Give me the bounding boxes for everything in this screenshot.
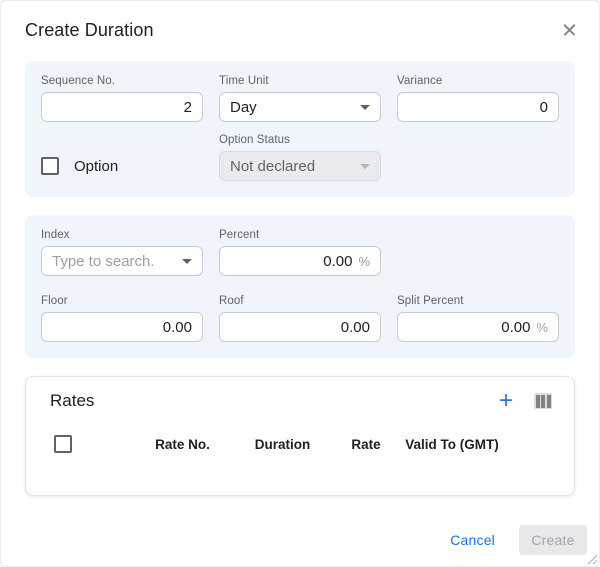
option-status-value: Not declared: [230, 158, 315, 175]
column-header-valid-to[interactable]: Valid To (GMT): [402, 437, 502, 452]
time-unit-label: Time Unit: [219, 75, 381, 88]
column-header-duration[interactable]: Duration: [240, 437, 325, 452]
cancel-button[interactable]: Cancel: [450, 532, 495, 548]
column-header-rate[interactable]: Rate: [330, 437, 402, 452]
time-unit-value: Day: [230, 99, 257, 116]
resize-handle-icon[interactable]: [587, 554, 597, 564]
percent-input[interactable]: [230, 253, 352, 270]
rates-title: Rates: [50, 391, 94, 411]
sequence-no-input-box: [41, 92, 203, 122]
column-header-rate-no[interactable]: Rate No.: [140, 437, 225, 452]
time-unit-field-group: Time Unit Day: [219, 75, 381, 122]
rates-toolbar: Rates +: [26, 377, 574, 411]
dialog-footer: Cancel Create: [1, 525, 599, 555]
split-percent-input[interactable]: [408, 319, 530, 336]
percent-input-box: %: [219, 246, 381, 276]
chevron-down-icon: [360, 105, 370, 110]
variance-input-box: [397, 92, 559, 122]
column-bar: [547, 395, 551, 408]
option-status-label: Option Status: [219, 134, 381, 147]
column-bar: [541, 395, 545, 408]
option-field-group: Option: [41, 151, 203, 181]
rates-card: Rates + Rate No. Duration Rate Valid To …: [25, 376, 575, 496]
index-search-select[interactable]: Type to search.: [41, 246, 203, 276]
option-checkbox[interactable]: [41, 157, 59, 175]
dialog-title: Create Duration: [25, 19, 154, 41]
create-button[interactable]: Create: [519, 525, 587, 555]
chevron-down-icon: [182, 259, 192, 264]
sequence-no-field-group: Sequence No.: [41, 75, 203, 122]
percent-label: Percent: [219, 229, 381, 242]
index-field-group: Index Type to search.: [41, 229, 203, 276]
floor-field-group: Floor: [41, 295, 203, 342]
time-unit-select[interactable]: Day: [219, 92, 381, 122]
rates-table-header: Rate No. Duration Rate Valid To (GMT): [26, 424, 574, 464]
index-label: Index: [41, 229, 203, 242]
index-settings-section: Index Type to search. Percent % Floor: [25, 215, 575, 358]
dialog-header: Create Duration: [1, 1, 599, 41]
view-columns-icon[interactable]: [534, 393, 552, 409]
chevron-down-icon: [360, 164, 370, 169]
split-percent-label: Split Percent: [397, 295, 559, 308]
close-icon[interactable]: [561, 21, 579, 39]
select-all-checkbox[interactable]: [54, 435, 72, 453]
roof-field-group: Roof: [219, 295, 381, 342]
split-percent-suffix: %: [536, 320, 548, 335]
sequence-no-input[interactable]: [52, 99, 192, 116]
variance-field-group: Variance: [397, 75, 559, 122]
floor-label: Floor: [41, 295, 203, 308]
split-percent-field-group: Split Percent %: [397, 295, 559, 342]
split-percent-input-box: %: [397, 312, 559, 342]
floor-input[interactable]: [52, 319, 192, 336]
floor-input-box: [41, 312, 203, 342]
duration-settings-section: Sequence No. Time Unit Day Variance: [25, 61, 575, 197]
create-duration-dialog: Create Duration Sequence No. Time Unit D…: [0, 0, 600, 567]
roof-label: Roof: [219, 295, 381, 308]
roof-input[interactable]: [230, 319, 370, 336]
column-bar: [536, 395, 540, 408]
variance-input[interactable]: [408, 99, 548, 116]
option-status-field-group: Option Status Not declared: [219, 134, 381, 181]
option-label: Option: [74, 158, 118, 175]
percent-field-group: Percent %: [219, 229, 381, 276]
variance-label: Variance: [397, 75, 559, 88]
sequence-no-label: Sequence No.: [41, 75, 203, 88]
percent-suffix: %: [358, 254, 370, 269]
add-rate-button[interactable]: +: [499, 391, 513, 411]
index-placeholder: Type to search.: [52, 253, 155, 270]
roof-input-box: [219, 312, 381, 342]
option-status-select[interactable]: Not declared: [219, 151, 381, 181]
